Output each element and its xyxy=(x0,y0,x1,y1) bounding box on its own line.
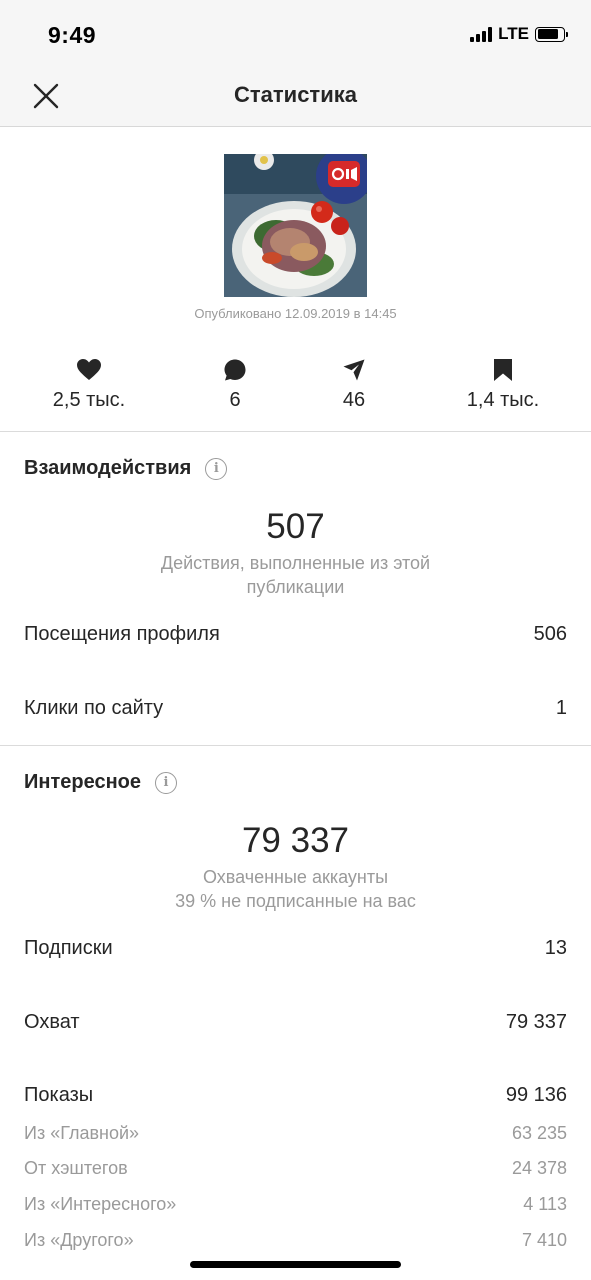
likes-metric: 2,5 тыс. xyxy=(14,358,164,412)
discovery-section-title: Интересное i xyxy=(24,771,177,794)
saves-metric: 1,4 тыс. xyxy=(428,358,578,412)
reach-row: Охват 79 337 xyxy=(24,1011,567,1034)
likes-value: 2,5 тыс. xyxy=(52,389,126,411)
discovery-title: Интересное xyxy=(24,771,141,793)
divider xyxy=(0,745,591,746)
row-label: Из «Другого» xyxy=(24,1230,134,1250)
impressions-from-explore-row: Из «Интересного» 4 113 xyxy=(24,1194,567,1215)
share-icon xyxy=(343,359,365,381)
network-label: LTE xyxy=(498,24,529,43)
row-label: От хэштегов xyxy=(24,1158,128,1178)
interactions-section-title: Взаимодействия i xyxy=(24,457,228,480)
row-label: Посещения профиля xyxy=(24,623,220,645)
page-title: Статистика xyxy=(234,82,357,107)
website-clicks-row: Клики по сайту 1 xyxy=(24,697,567,720)
info-icon[interactable]: i xyxy=(205,457,228,480)
row-value: 4 113 xyxy=(523,1194,567,1214)
row-value: 24 378 xyxy=(511,1158,567,1178)
interactions-caption: Действия, выполненные из этой публикации xyxy=(160,553,431,597)
home-indicator[interactable] xyxy=(190,1261,401,1268)
status-time: 9:49 xyxy=(48,22,97,48)
saves-value: 1,4 тыс. xyxy=(466,389,540,411)
row-value: 13 xyxy=(544,937,567,959)
status-bar: 9:49 LTE xyxy=(0,0,591,70)
heart-icon xyxy=(77,359,101,380)
impressions-row: Показы 99 136 xyxy=(24,1084,567,1107)
row-value: 79 337 xyxy=(505,1011,567,1033)
discovery-caption-accounts: Охваченные аккаунты xyxy=(202,867,389,887)
row-value: 1 xyxy=(555,697,567,719)
impressions-from-hashtags-row: От хэштегов 24 378 xyxy=(24,1158,567,1179)
signal-icon xyxy=(470,26,493,42)
row-label: Охват xyxy=(24,1011,80,1033)
discovery-caption-nonfollowers: 39 % не подписанные на вас xyxy=(175,891,416,911)
comment-icon xyxy=(224,359,246,381)
discovery-total: 79 337 xyxy=(241,821,350,860)
impressions-from-other-row: Из «Другого» 7 410 xyxy=(24,1230,567,1251)
shares-metric: 46 xyxy=(279,358,429,412)
published-date: Опубликовано 12.09.2019 в 14:45 xyxy=(194,306,397,321)
interactions-total: 507 xyxy=(266,507,325,546)
row-label: Подписки xyxy=(24,937,113,959)
post-thumbnail[interactable] xyxy=(224,154,367,297)
bookmark-icon xyxy=(494,359,512,381)
divider xyxy=(0,431,591,432)
interactions-title: Взаимодействия xyxy=(24,457,192,479)
row-label: Из «Интересного» xyxy=(24,1194,177,1214)
row-value: 506 xyxy=(533,623,567,645)
status-indicators: LTE xyxy=(470,24,568,44)
follows-row: Подписки 13 xyxy=(24,937,567,960)
post-metrics: 2,5 тыс. 6 46 1,4 тыс. xyxy=(0,358,591,418)
row-value: 7 410 xyxy=(521,1230,567,1250)
row-label: Из «Главной» xyxy=(24,1123,140,1143)
row-value: 63 235 xyxy=(511,1123,567,1143)
igtv-icon xyxy=(327,160,361,193)
battery-icon xyxy=(535,26,568,42)
row-value: 99 136 xyxy=(505,1084,567,1106)
row-label: Клики по сайту xyxy=(24,697,164,719)
info-icon[interactable]: i xyxy=(155,771,177,794)
shares-value: 46 xyxy=(342,389,366,411)
impressions-from-home-row: Из «Главной» 63 235 xyxy=(24,1123,567,1144)
header: Статистика xyxy=(0,70,591,127)
row-label: Показы xyxy=(24,1084,94,1106)
profile-visits-row: Посещения профиля 506 xyxy=(24,623,567,646)
